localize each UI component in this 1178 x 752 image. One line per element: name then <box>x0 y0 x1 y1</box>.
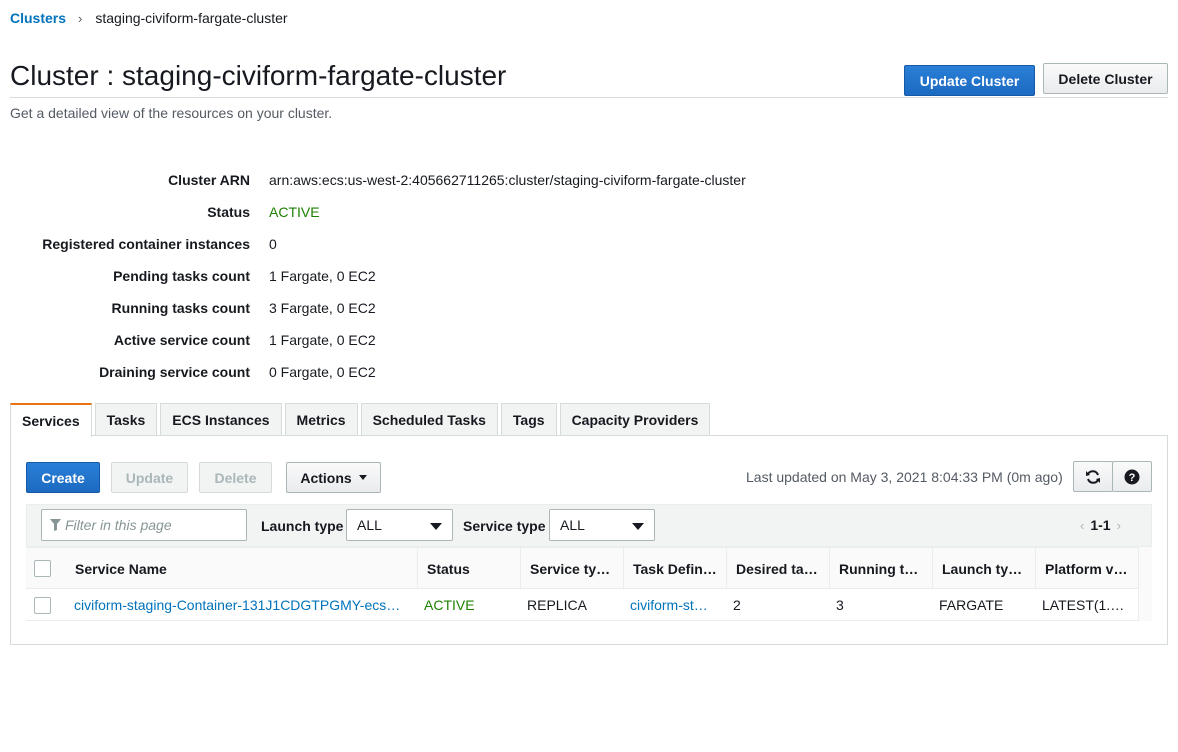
column-status[interactable]: Status <box>417 548 520 589</box>
select-all-checkbox[interactable] <box>34 560 51 577</box>
chevron-right-icon[interactable]: › <box>1117 518 1121 533</box>
tab-scheduled-tasks[interactable]: Scheduled Tasks <box>360 403 498 436</box>
tab-tasks[interactable]: Tasks <box>94 403 158 436</box>
column-running-tasks[interactable]: Running t… <box>829 548 932 589</box>
filter-search-input[interactable]: Filter in this page <box>41 509 247 541</box>
detail-row-pending-tasks: Pending tasks count 1 Fargate, 0 EC2 <box>0 266 376 286</box>
detail-row-status: Status ACTIVE <box>0 202 320 222</box>
row-checkbox[interactable] <box>34 597 51 614</box>
detail-value: 0 Fargate, 0 EC2 <box>269 364 376 380</box>
breadcrumb-separator: › <box>78 10 83 26</box>
tab-ecs-instances[interactable]: ECS Instances <box>160 403 282 436</box>
desired-tasks: 2 <box>733 597 741 613</box>
filter-icon <box>50 519 61 531</box>
service-name-link[interactable]: civiform-staging-Container-131J1CDGTPGMY… <box>65 589 417 621</box>
detail-label: Running tasks count <box>111 300 250 316</box>
refresh-button[interactable] <box>1073 461 1113 492</box>
table-row: civiform-staging-Container-131J1CDGTPGMY… <box>26 589 1152 621</box>
running-tasks: 3 <box>836 597 844 613</box>
delete-cluster-button[interactable]: Delete Cluster <box>1043 63 1168 94</box>
delete-service-button[interactable]: Delete <box>199 462 272 493</box>
platform-version: LATEST(1.… <box>1042 597 1125 613</box>
update-cluster-button[interactable]: Update Cluster <box>904 65 1035 96</box>
task-definition-link[interactable]: civiform-st… <box>621 589 724 621</box>
tab-metrics[interactable]: Metrics <box>284 403 358 436</box>
help-icon: ? <box>1124 469 1140 484</box>
detail-value: 1 Fargate, 0 EC2 <box>269 332 376 348</box>
launch-type: FARGATE <box>939 597 1004 613</box>
last-updated-text: Last updated on May 3, 2021 8:04:33 PM (… <box>746 469 1063 485</box>
detail-row-registered-instances: Registered container instances 0 <box>0 234 277 254</box>
detail-value: 0 <box>269 236 277 252</box>
column-task-definition[interactable]: Task Defin… <box>623 548 726 589</box>
actions-dropdown-button[interactable]: Actions <box>286 462 381 493</box>
chevron-down-icon <box>430 523 442 530</box>
detail-label: Active service count <box>113 332 250 348</box>
table-scrollbar[interactable] <box>1138 547 1152 621</box>
detail-value: arn:aws:ecs:us-west-2:405662711265:clust… <box>269 172 746 188</box>
page-range: 1-1 <box>1090 517 1111 533</box>
detail-label: Pending tasks count <box>113 268 250 284</box>
update-service-button[interactable]: Update <box>111 462 188 493</box>
service-type-select[interactable]: ALL <box>549 509 655 541</box>
caret-down-icon <box>358 475 367 480</box>
detail-label: Registered container instances <box>42 236 250 252</box>
detail-label: Status <box>207 204 250 220</box>
detail-row-arn: Cluster ARN arn:aws:ecs:us-west-2:405662… <box>0 170 746 190</box>
tab-services[interactable]: Services <box>10 403 92 437</box>
launch-type-label: Launch type <box>261 518 344 534</box>
page-title: Cluster : staging-civiform-fargate-clust… <box>10 60 507 91</box>
svg-text:?: ? <box>1129 472 1136 484</box>
breadcrumb-clusters-link[interactable]: Clusters <box>10 10 66 26</box>
service-type: REPLICA <box>527 597 587 613</box>
table-header: Service Name Status Service ty… Task Def… <box>26 547 1152 589</box>
detail-label: Cluster ARN <box>168 172 250 188</box>
refresh-icon <box>1086 469 1100 484</box>
status-value: ACTIVE <box>269 204 320 220</box>
actions-label: Actions <box>300 469 352 486</box>
tab-tags[interactable]: Tags <box>500 403 557 436</box>
detail-value: 3 Fargate, 0 EC2 <box>269 300 376 316</box>
detail-value: 1 Fargate, 0 EC2 <box>269 268 376 284</box>
column-platform-version[interactable]: Platform v… <box>1035 548 1138 589</box>
page-subtitle: Get a detailed view of the resources on … <box>10 105 333 121</box>
column-desired-tasks[interactable]: Desired ta… <box>726 548 829 589</box>
help-button[interactable]: ? <box>1112 461 1152 492</box>
column-service-type[interactable]: Service ty… <box>520 548 623 589</box>
detail-row-draining-services: Draining service count 0 Fargate, 0 EC2 <box>0 362 376 382</box>
launch-type-value: ALL <box>357 517 382 533</box>
column-launch-type[interactable]: Launch ty… <box>932 548 1035 589</box>
breadcrumb-current: staging-civiform-fargate-cluster <box>95 10 288 26</box>
filter-placeholder: Filter in this page <box>65 517 172 533</box>
pagination: ‹ 1-1 › <box>1080 517 1121 533</box>
service-type-value: ALL <box>560 517 585 533</box>
detail-label: Draining service count <box>99 364 250 380</box>
cluster-tabs: Services Tasks ECS Instances Metrics Sch… <box>10 403 713 437</box>
launch-type-select[interactable]: ALL <box>346 509 453 541</box>
chevron-down-icon <box>632 523 644 530</box>
tab-capacity-providers[interactable]: Capacity Providers <box>559 403 711 436</box>
breadcrumb: Clusters › staging-civiform-fargate-clus… <box>10 10 288 26</box>
service-type-label: Service type <box>463 518 546 534</box>
detail-row-active-services: Active service count 1 Fargate, 0 EC2 <box>0 330 376 350</box>
title-divider <box>10 97 1168 98</box>
service-status: ACTIVE <box>424 597 475 613</box>
column-service-name[interactable]: Service Name <box>66 548 417 589</box>
create-service-button[interactable]: Create <box>26 462 100 493</box>
chevron-left-icon[interactable]: ‹ <box>1080 518 1084 533</box>
detail-row-running-tasks: Running tasks count 3 Fargate, 0 EC2 <box>0 298 376 318</box>
